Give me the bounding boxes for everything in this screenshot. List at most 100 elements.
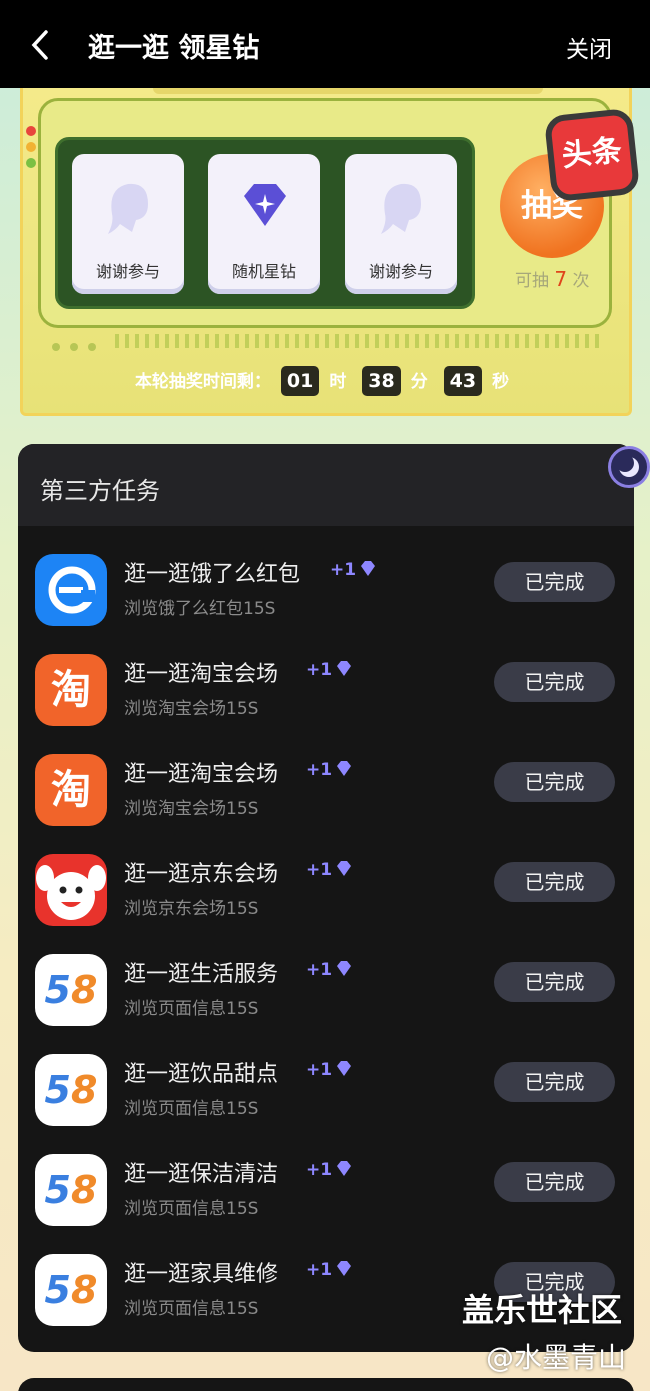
diamond-icon	[337, 961, 352, 976]
diamond-icon	[337, 1261, 352, 1276]
task-name: 逛一逛淘宝会场	[124, 762, 279, 787]
completed-button[interactable]: 已完成	[494, 762, 615, 802]
reward-text: +1	[330, 560, 357, 580]
machine-slot	[153, 88, 543, 94]
58-icon: 58	[35, 1254, 107, 1326]
diamond-icon	[337, 861, 352, 876]
indicator-lights	[26, 126, 36, 174]
thanks-icon	[381, 183, 421, 234]
prize-slot: 谢谢参与	[345, 154, 457, 294]
task-desc: 浏览页面信息15S	[124, 1199, 259, 1219]
diamond-icon	[337, 761, 352, 776]
draw-count-number: 7	[554, 267, 568, 291]
timer-minutes-unit: 分	[410, 372, 428, 392]
task-desc: 浏览饿了么红包15S	[124, 599, 276, 619]
reward-text: +1	[306, 660, 333, 680]
back-button[interactable]	[26, 28, 56, 62]
completed-button[interactable]: 已完成	[494, 562, 615, 602]
toutiao-badge[interactable]: 头条	[543, 107, 641, 203]
timer-label: 本轮抽奖时间剩：	[134, 372, 271, 392]
countdown-timer: 本轮抽奖时间剩： 01 时 38 分 43 秒	[0, 366, 650, 396]
reward-text: +1	[306, 860, 333, 880]
thanks-icon	[108, 183, 148, 234]
task-row: 58 逛一逛保洁清洁 +1 浏览页面信息15S 已完成	[18, 1144, 634, 1244]
completed-button[interactable]: 已完成	[494, 1062, 615, 1102]
58-icon: 58	[35, 1054, 107, 1126]
taobao-icon: 淘	[35, 654, 107, 726]
reward-badge: +1	[306, 860, 354, 880]
task-name: 逛一逛保洁清洁	[124, 1162, 279, 1187]
diamond-icon	[337, 1061, 352, 1076]
task-row: 淘 逛一逛淘宝会场 +1 浏览淘宝会场15S 已完成	[18, 744, 634, 844]
task-name: 逛一逛家具维修	[124, 1262, 279, 1287]
task-name: 逛一逛生活服务	[124, 962, 279, 987]
timer-minutes: 38	[362, 366, 401, 396]
timer-seconds-unit: 秒	[492, 372, 510, 392]
reward-text: +1	[306, 1060, 333, 1080]
task-desc: 浏览页面信息15S	[124, 1299, 259, 1319]
top-bar: 逛一逛 领星钻 关闭	[0, 0, 650, 88]
draw-count: 可抽 7 次	[515, 266, 590, 291]
completed-button[interactable]: 已完成	[494, 1162, 615, 1202]
reward-text: +1	[306, 960, 333, 980]
task-row: 58 逛一逛饮品甜点 +1 浏览页面信息15S 已完成	[18, 1044, 634, 1144]
timer-hours: 01	[280, 366, 320, 396]
prize-label: 谢谢参与	[95, 262, 160, 281]
task-name: 逛一逛饮品甜点	[124, 1062, 279, 1087]
diamond-icon	[244, 184, 286, 226]
timer-seconds: 43	[443, 366, 483, 396]
third-party-tasks-card: 第三方任务 逛一逛饿了么红包 +1 浏览饿了么红包15S 已完成 淘 逛一逛淘宝…	[18, 444, 634, 1352]
machine-dots	[52, 336, 106, 355]
section-title: 第三方任务	[18, 444, 634, 526]
reward-badge: +1	[306, 1060, 354, 1080]
prize-label: 随机星钻	[231, 262, 296, 281]
close-button[interactable]: 关闭	[566, 30, 612, 64]
task-row: 逛一逛京东会场 +1 浏览京东会场15S 已完成	[18, 844, 634, 944]
diamond-icon	[337, 661, 352, 676]
prize-label: 谢谢参与	[368, 262, 433, 281]
completed-button[interactable]: 已完成	[494, 662, 615, 702]
task-row: 逛一逛饿了么红包 +1 浏览饿了么红包15S 已完成	[18, 544, 634, 644]
completed-button[interactable]: 已完成	[494, 862, 615, 902]
task-desc: 浏览淘宝会场15S	[124, 699, 259, 719]
moon-icon	[616, 454, 639, 477]
prize-slot: 谢谢参与	[72, 154, 184, 294]
reward-badge: +1	[306, 960, 354, 980]
prize-slot: 随机星钻	[208, 154, 320, 294]
timer-hours-unit: 时	[329, 372, 347, 392]
task-name: 逛一逛京东会场	[124, 862, 279, 887]
58-icon: 58	[35, 1154, 107, 1226]
reward-text: +1	[306, 1260, 333, 1280]
diamond-icon	[361, 561, 376, 576]
reward-text: +1	[306, 760, 333, 780]
reward-badge: +1	[306, 1260, 354, 1280]
58-icon: 58	[35, 954, 107, 1026]
reward-badge: +1	[306, 1160, 354, 1180]
task-name: 逛一逛饿了么红包	[124, 562, 301, 587]
reward-badge: +1	[330, 560, 378, 580]
watermark-author: @水墨青山	[486, 1341, 627, 1374]
task-row: 58 逛一逛生活服务 +1 浏览页面信息15S 已完成	[18, 944, 634, 1044]
eleme-icon	[35, 554, 107, 626]
task-desc: 浏览页面信息15S	[124, 999, 259, 1019]
page-title: 逛一逛 领星钻	[88, 33, 260, 64]
task-name: 逛一逛淘宝会场	[124, 662, 279, 687]
floating-assistant-button[interactable]	[608, 446, 650, 488]
jd-icon	[35, 854, 107, 926]
completed-button[interactable]: 已完成	[494, 962, 615, 1002]
machine-vent	[115, 334, 605, 348]
next-section-card	[18, 1378, 634, 1391]
draw-count-prefix: 可抽	[515, 271, 549, 291]
reward-badge: +1	[306, 760, 354, 780]
reward-text: +1	[306, 1160, 333, 1180]
diamond-icon	[337, 1161, 352, 1176]
task-desc: 浏览页面信息15S	[124, 1099, 259, 1119]
reward-badge: +1	[306, 660, 354, 680]
task-desc: 浏览京东会场15S	[124, 899, 259, 919]
prize-screen: 谢谢参与 随机星钻 谢谢参与	[55, 137, 475, 309]
task-row: 淘 逛一逛淘宝会场 +1 浏览淘宝会场15S 已完成	[18, 644, 634, 744]
watermark-community: 盖乐世社区	[462, 1291, 623, 1329]
draw-count-suffix: 次	[572, 271, 590, 291]
chevron-left-icon	[31, 30, 48, 60]
task-desc: 浏览淘宝会场15S	[124, 799, 259, 819]
